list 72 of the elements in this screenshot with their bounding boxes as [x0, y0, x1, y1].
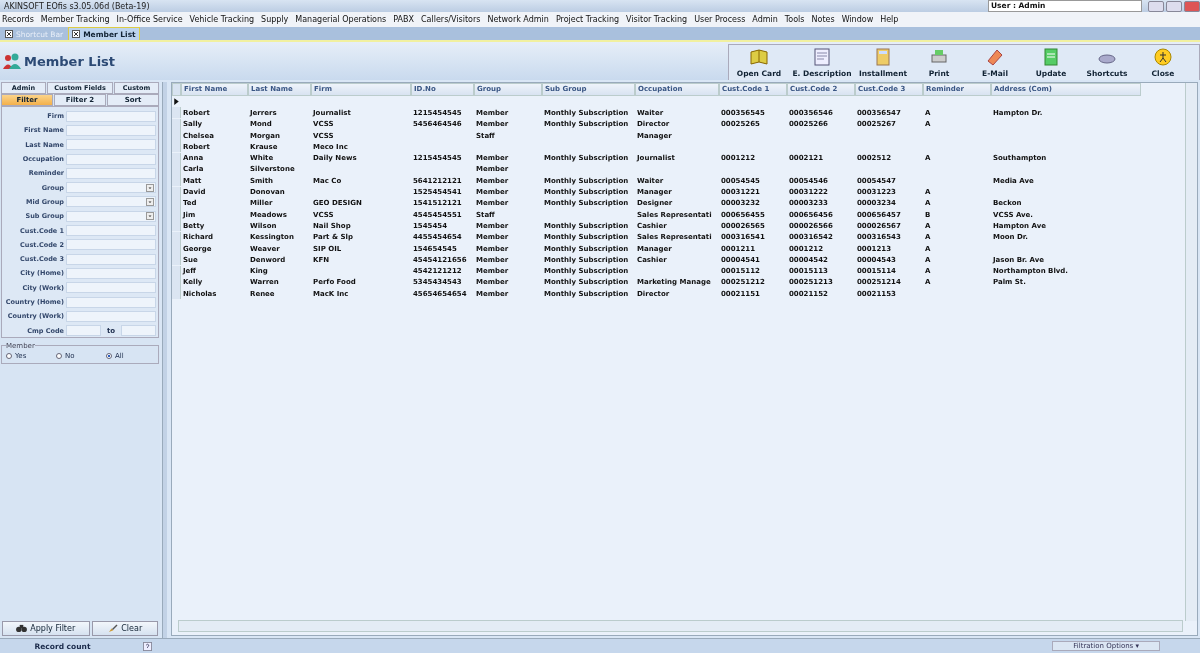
dropdown-field[interactable]	[66, 196, 156, 208]
help-icon[interactable]	[143, 641, 152, 651]
menu-item[interactable]: Window	[841, 15, 874, 24]
row-selector[interactable]	[172, 107, 181, 119]
current-row-arrow-icon	[172, 97, 181, 107]
row-selector[interactable]	[172, 175, 181, 187]
row-selector[interactable]	[172, 220, 181, 232]
input-field[interactable]	[66, 325, 101, 337]
input-field[interactable]	[66, 139, 156, 151]
form-icon	[812, 47, 832, 67]
menu-item[interactable]: In-Office Service	[116, 15, 183, 24]
radio-button[interactable]	[6, 352, 12, 359]
menu-item[interactable]: Managerial Operations	[295, 15, 387, 24]
menu-item[interactable]: Notes	[811, 15, 835, 24]
calculator-icon	[873, 47, 893, 67]
input-field[interactable]	[66, 167, 156, 179]
row-selector[interactable]	[172, 254, 181, 266]
window-title: AKINSOFT EOfis s3.05.06d (Beta-19)	[4, 1, 151, 11]
radio-button[interactable]	[56, 352, 62, 359]
menu-item[interactable]: Records	[2, 15, 34, 24]
horizontal-scrollbar[interactable]	[178, 620, 1183, 632]
binoculars-icon	[16, 624, 28, 633]
clear-button[interactable]: Clear	[91, 621, 158, 636]
row-selector[interactable]	[172, 265, 181, 277]
input-field[interactable]	[66, 253, 156, 265]
menu-item[interactable]: Admin	[752, 15, 778, 24]
close-button[interactable]	[1184, 0, 1200, 12]
book-icon	[749, 47, 769, 67]
input-field[interactable]	[66, 267, 156, 279]
menu-item[interactable]: Help	[880, 15, 899, 24]
input-field[interactable]	[66, 239, 156, 251]
input-field[interactable]	[66, 110, 156, 122]
splitter-handle[interactable]	[162, 82, 167, 638]
menu-item[interactable]: Project Tracking	[555, 15, 620, 24]
row-selector[interactable]	[172, 141, 181, 153]
input-field[interactable]	[66, 124, 156, 136]
row-selector[interactable]	[172, 118, 181, 130]
document-icon	[1041, 47, 1061, 67]
people-icon	[2, 52, 22, 70]
menu-item[interactable]: Vehicle Tracking	[189, 15, 255, 24]
restore-button[interactable]	[1166, 0, 1182, 12]
row-selector[interactable]	[172, 288, 181, 300]
column-chooser-handle[interactable]	[172, 83, 181, 96]
input-field[interactable]	[66, 282, 156, 294]
menu-item[interactable]: PABX	[393, 15, 414, 24]
input-field[interactable]	[66, 296, 156, 308]
row-selector[interactable]	[172, 152, 181, 164]
input-field[interactable]	[66, 153, 156, 165]
row-selector[interactable]	[172, 186, 181, 198]
menu-item[interactable]: Callers/Visitors	[421, 15, 481, 24]
input-field[interactable]	[121, 325, 156, 337]
radio-button[interactable]	[106, 352, 112, 359]
dropdown-arrow-icon[interactable]	[146, 212, 154, 221]
close-icon[interactable]	[5, 30, 13, 38]
menu-item[interactable]: Tools	[784, 15, 805, 24]
page-title: Member List	[24, 53, 117, 69]
dropdown-field[interactable]	[66, 182, 156, 194]
brush-icon	[107, 624, 119, 633]
menu-item[interactable]: Member Tracking	[40, 15, 110, 24]
input-field[interactable]	[66, 310, 156, 322]
close-icon[interactable]	[72, 30, 81, 38]
menu-item[interactable]: Visitor Tracking	[626, 15, 688, 24]
apply-filter-button[interactable]: Apply Filter	[2, 621, 90, 636]
input-field[interactable]	[66, 225, 156, 236]
walking-figure-icon	[1153, 47, 1173, 67]
menu-item[interactable]: Network Admin	[487, 15, 549, 24]
minimize-button[interactable]	[1148, 0, 1164, 12]
menu-item[interactable]: User Process	[694, 15, 746, 24]
row-selector[interactable]	[172, 231, 181, 243]
vertical-scrollbar[interactable]	[1185, 83, 1197, 621]
dropdown-field[interactable]	[66, 210, 156, 222]
menu-item[interactable]: Supply	[261, 15, 289, 24]
